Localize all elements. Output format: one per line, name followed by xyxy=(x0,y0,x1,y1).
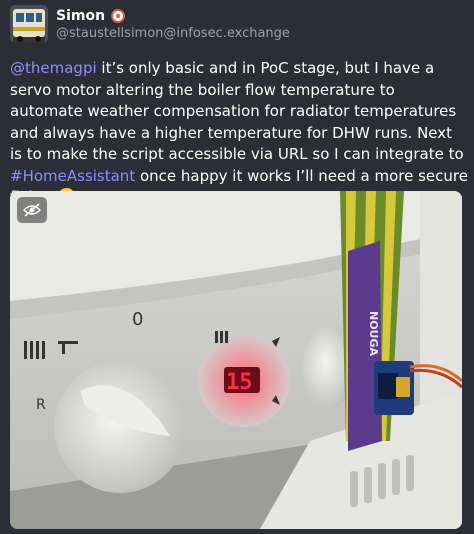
media-attachment[interactable]: 0 R 15 NOUGA xyxy=(10,191,462,529)
bot-badge-icon xyxy=(111,9,126,23)
post-content: @themagpi it’s only basic and in PoC sta… xyxy=(10,58,468,209)
knob-label-zero: 0 xyxy=(132,309,143,330)
display-name[interactable]: Simon xyxy=(56,8,105,24)
status-post: Simon @staustellsimon@infosec.exchange @… xyxy=(0,0,474,534)
account-handle[interactable]: @staustellsimon@infosec.exchange xyxy=(56,26,290,41)
knob-label-r: R xyxy=(36,397,46,413)
mention-link[interactable]: @themagpi xyxy=(10,59,97,77)
account-name-line: Simon xyxy=(56,6,126,26)
hashtag-link[interactable]: #HomeAssistant xyxy=(10,167,135,185)
boiler-photo: 0 R 15 NOUGA xyxy=(10,191,462,529)
tape-text: NOUGA xyxy=(367,311,380,357)
temperature-display: 15 xyxy=(226,370,253,395)
avatar[interactable] xyxy=(10,5,48,43)
eye-slash-icon[interactable] xyxy=(17,197,47,223)
